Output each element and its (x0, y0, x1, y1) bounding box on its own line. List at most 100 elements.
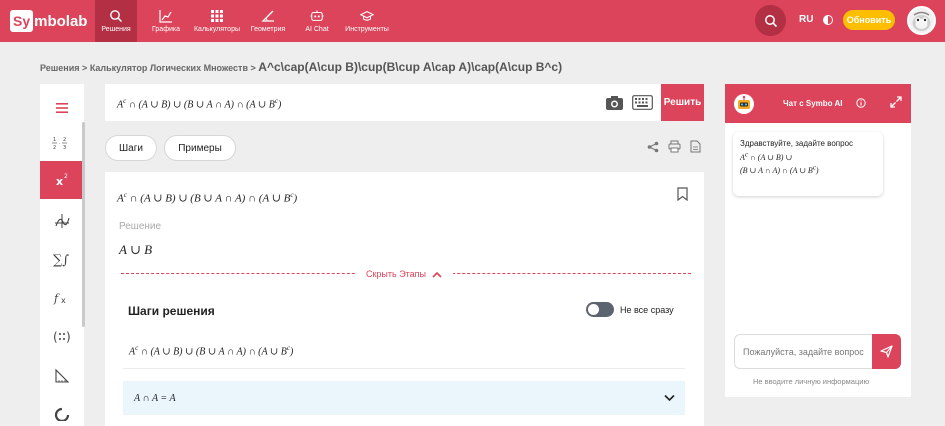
breadcrumb-calculator[interactable]: Калькулятор Логических Множеств (90, 63, 248, 73)
svg-text:2: 2 (64, 173, 68, 180)
nav-item-graphing[interactable]: Графика (145, 0, 187, 42)
hide-steps-button[interactable]: Скрыть Этапы (355, 264, 453, 284)
nav-item-solutions[interactable]: Решения (95, 0, 137, 42)
nav-item-label: Калькуляторы (193, 26, 240, 33)
function-icon: fx (53, 292, 66, 305)
send-icon (880, 345, 893, 358)
upgrade-button[interactable]: Обновить (843, 10, 895, 30)
svg-text:·: · (59, 141, 61, 147)
svg-text:x: x (61, 296, 66, 305)
nav-item-label: Инструменты (345, 26, 389, 33)
chat-header: Чат с Symbo AI (725, 84, 911, 123)
contrast-toggle-icon[interactable] (823, 15, 833, 25)
step-by-step-toggle[interactable] (586, 302, 614, 317)
sidebar-menu-button[interactable] (40, 89, 84, 127)
expression-input[interactable]: Ac ∩ (A ∪ B) ∪ (B ∪ A ∩ A) ∩ (A ∪ Bc) (105, 84, 661, 121)
chat-disclaimer: Не вводите личную информацию (753, 377, 870, 386)
language-selector[interactable]: RU (799, 14, 813, 25)
chat-input[interactable]: Пожалуйста, задайте вопрос (734, 334, 872, 369)
info-icon[interactable] (856, 98, 866, 108)
greeting-expression-part-2: (B ∪ A ∩ A) ∩ (A ∪ Bc) (740, 163, 819, 176)
breadcrumb-separator: > (82, 63, 88, 73)
steps-separator (123, 368, 685, 369)
matrix-icon: () (53, 330, 71, 344)
svg-text:): ) (66, 330, 71, 344)
search-button[interactable] (755, 5, 786, 36)
nav-item-label: Геометрия (250, 26, 286, 33)
sidebar-item-algebra[interactable]: x2 (40, 161, 84, 199)
sidebar-item-precalculus[interactable] (40, 202, 84, 240)
hide-steps-label: Скрыть Этапы (365, 269, 427, 279)
sidebar-item-fractions[interactable]: 1 2 · 2 3 (40, 124, 84, 162)
nav-item-geometry[interactable]: Геометрия (246, 0, 290, 42)
expand-icon[interactable] (890, 96, 902, 108)
hamburger-menu-icon (56, 103, 68, 113)
robot-icon (310, 10, 324, 21)
magnifier-icon (110, 10, 123, 23)
symbolab-logo[interactable]: Sy mbolab (10, 10, 87, 32)
solve-button[interactable]: Решить (661, 84, 704, 121)
triangle-ruler-icon (55, 368, 70, 383)
chat-greeting-bubble: Здравствуйте, задайте вопрос Ac ∩ (A ∪ B… (733, 132, 883, 196)
answer-label: Решение (119, 221, 162, 232)
sum-integral-icon: ∑∫ (53, 253, 69, 267)
nav-item-ai-chat[interactable]: AI Chat (298, 0, 336, 42)
user-avatar[interactable] (907, 6, 936, 35)
print-icon[interactable] (668, 140, 681, 153)
nav-item-label: AI Chat (305, 26, 329, 33)
calculator-grid-icon (211, 10, 223, 22)
sidebar-scrollbar[interactable] (82, 122, 85, 327)
chat-send-button[interactable] (872, 334, 901, 369)
breadcrumb-separator: > (250, 63, 256, 73)
svg-text:x: x (56, 175, 63, 188)
top-navigation-bar: Sy mbolab Решения Графика Калькуляторы Г… (0, 0, 945, 42)
symbo-bot-avatar (734, 94, 754, 114)
pie-chart-icon (54, 407, 70, 421)
robot-icon (738, 95, 750, 109)
share-icon[interactable] (647, 141, 659, 153)
sidebar-item-geometry[interactable] (40, 357, 84, 395)
camera-icon[interactable] (605, 95, 624, 111)
nav-item-label: Решения (101, 26, 131, 33)
svg-text:∑∫: ∑∫ (53, 253, 69, 267)
avatar-face-icon (912, 11, 931, 31)
chevron-up-icon (432, 271, 442, 278)
line-chart-icon (159, 10, 172, 23)
step-row[interactable]: A ∩ A = A (123, 381, 685, 415)
chevron-down-icon (664, 394, 675, 402)
tab-examples[interactable]: Примеры (164, 135, 236, 161)
input-expression: Ac ∩ (A ∪ B) ∪ (B ∪ A ∩ A) ∩ (A ∪ Bc) (117, 97, 282, 111)
breadcrumb-root[interactable]: Решения (40, 63, 80, 73)
document-icon[interactable] (690, 140, 701, 153)
problem-expression: Ac ∩ (A ∪ B) ∪ (B ∪ A ∩ A) ∩ (A ∪ Bc) (117, 191, 298, 205)
graduation-cap-icon (360, 11, 374, 21)
logo-box: Sy (10, 10, 34, 32)
chat-input-placeholder: Пожалуйста, задайте вопрос (743, 346, 864, 357)
greeting-expression-part-1: Ac ∩ (A ∪ B) ∪ (740, 150, 793, 162)
nav-item-tools[interactable]: Инструменты (342, 0, 392, 42)
steps-title: Шаги решения (128, 304, 215, 318)
svg-text:3: 3 (63, 145, 66, 151)
search-icon (764, 14, 777, 27)
toggle-label: Не все сразу (620, 305, 674, 315)
svg-text:f: f (53, 292, 60, 305)
keyboard-icon[interactable] (632, 95, 653, 110)
breadcrumb-current: A^c\cap(A\cup B)\cup(B\cup A\cap A)\cap(… (258, 60, 563, 74)
chat-title: Чат с Symbo AI (783, 99, 843, 108)
answer-value: A ∪ B (119, 242, 153, 257)
sidebar-item-calculus[interactable]: ∑∫ (40, 240, 84, 278)
greeting-text: Здравствуйте, задайте вопрос (740, 139, 854, 148)
sidebar-item-matrices[interactable]: () (40, 318, 84, 356)
sidebar-item-functions[interactable]: fx (40, 279, 84, 317)
svg-text:1: 1 (53, 137, 56, 143)
tab-steps[interactable]: Шаги (105, 135, 157, 161)
svg-text:2: 2 (63, 137, 66, 143)
bookmark-icon[interactable] (677, 187, 688, 201)
svg-text:(: ( (53, 330, 58, 344)
category-sidebar: 1 2 · 2 3 x2 ∑∫ fx () (40, 84, 84, 426)
sidebar-item-statistics[interactable] (40, 394, 84, 426)
logo-text: mbolab (34, 12, 88, 30)
nav-item-calculators[interactable]: Калькуляторы (192, 0, 242, 42)
nav-item-label: Графика (152, 26, 180, 33)
svg-text:2: 2 (53, 145, 56, 151)
